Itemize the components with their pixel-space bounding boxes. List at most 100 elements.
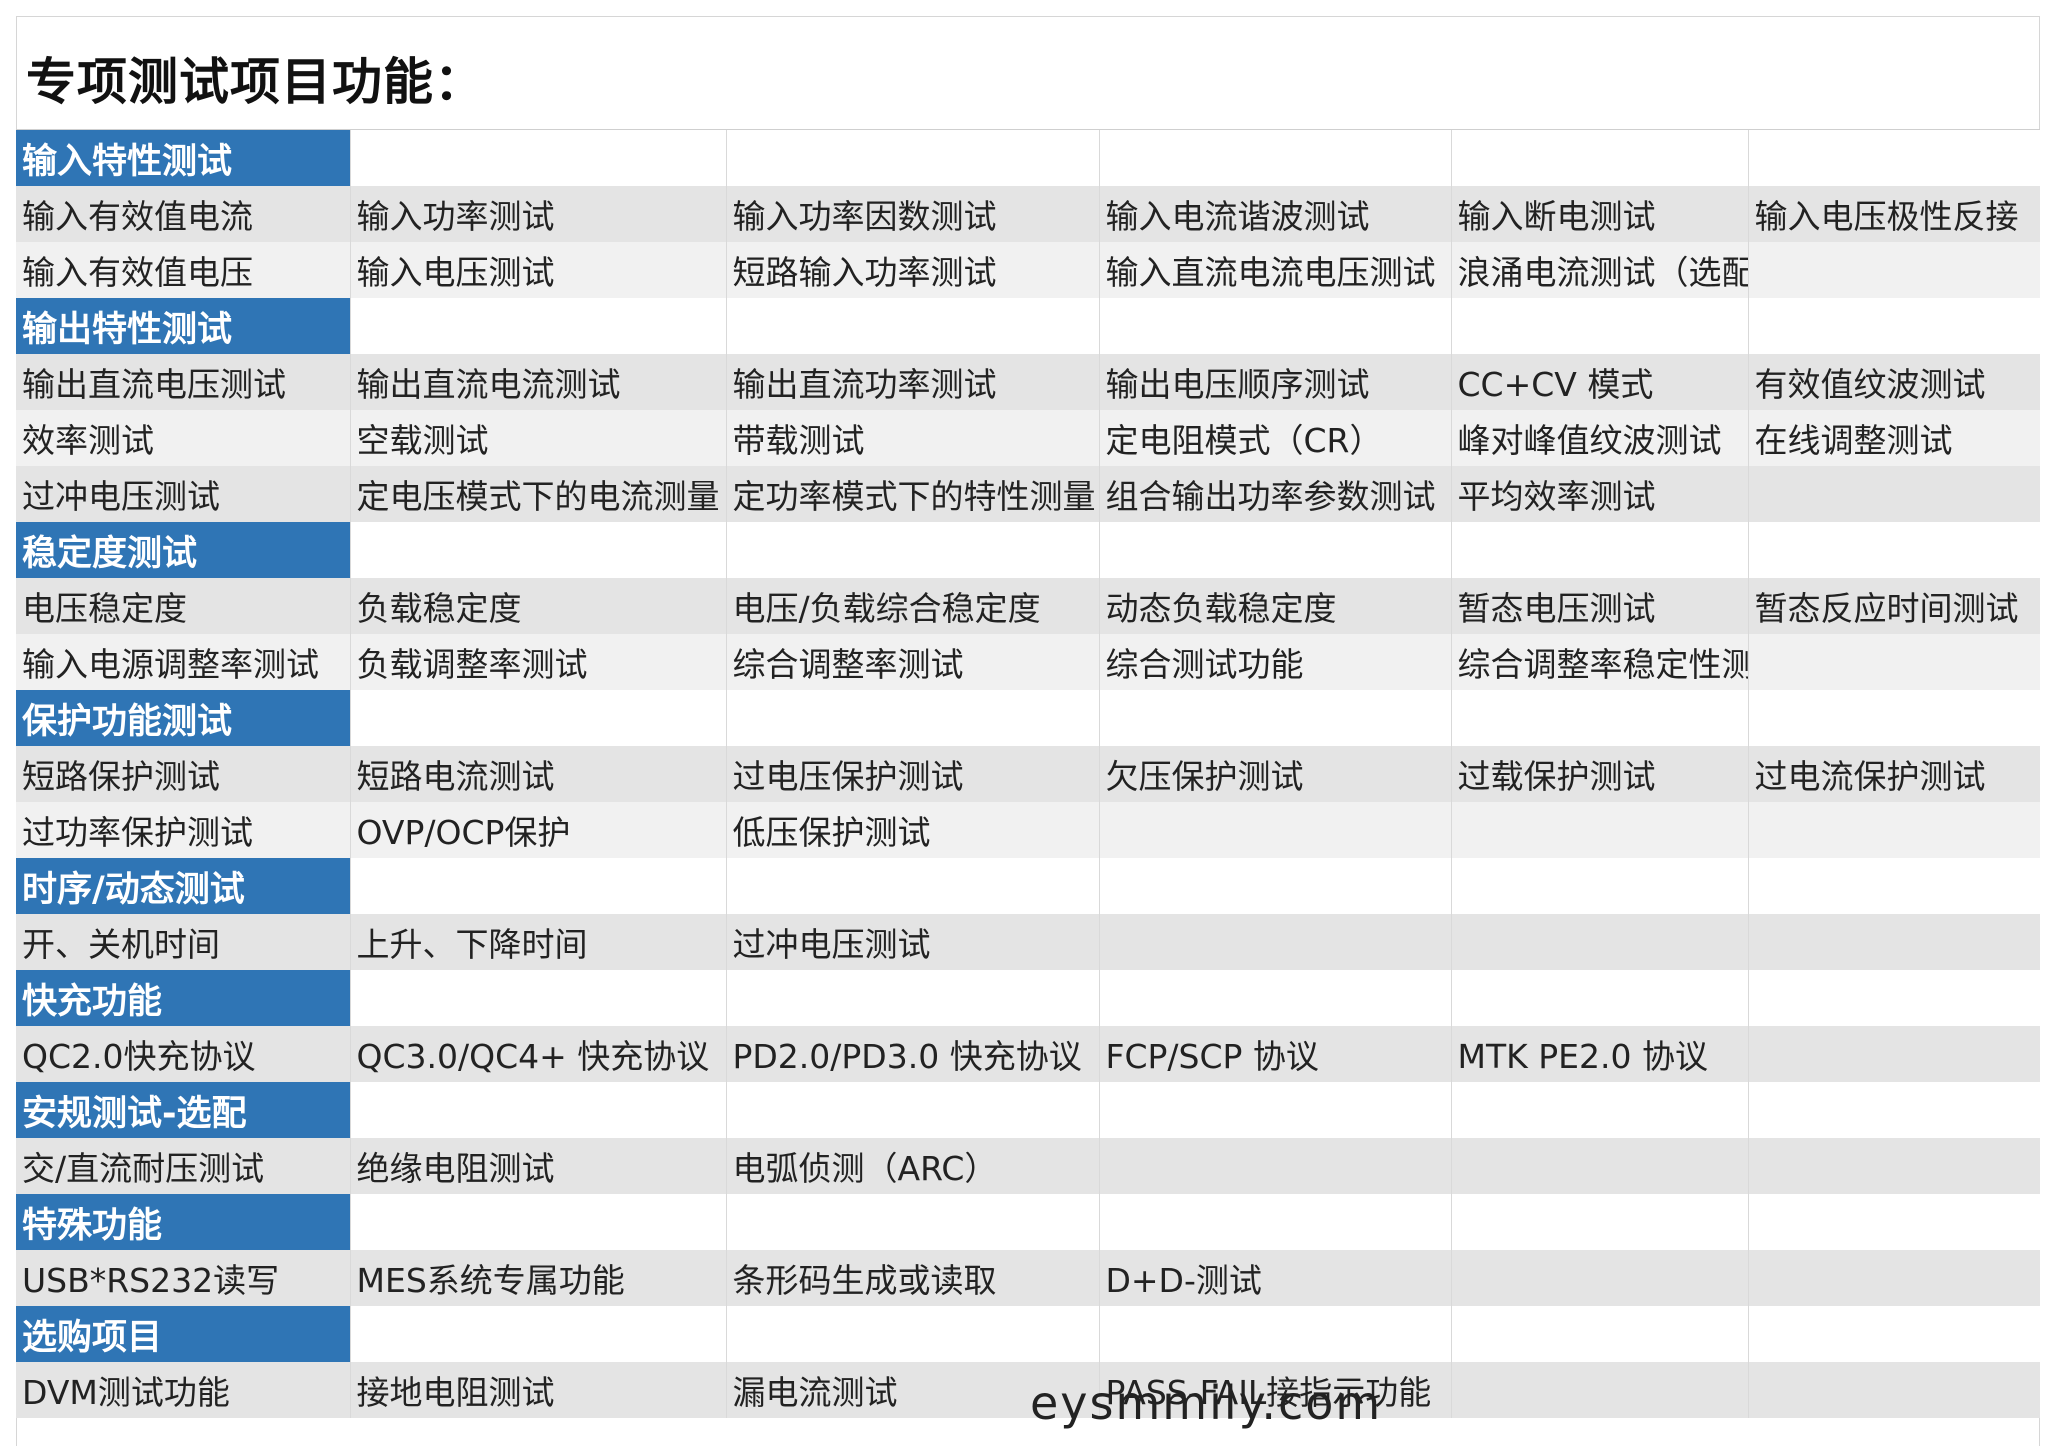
section-title: 特殊功能 [16,1194,350,1250]
empty-cell [1747,522,2040,578]
section-header-row: 安规测试-选配 [16,1082,2040,1138]
test-item-cell: 绝缘电阻测试 [349,1138,726,1194]
test-item-cell: 峰对峰值纹波测试 [1450,410,1748,466]
test-item-cell [1747,914,2040,970]
empty-cell [725,970,1099,1026]
section-header-row: 输出特性测试 [16,298,2040,354]
table-row: 短路保护测试 短路电流测试 过电压保护测试 欠压保护测试 过载保护测试 过电流保护测试 [16,746,2040,802]
table-row: 输出直流电压测试 输出直流电流测试 输出直流功率测试 输出电压顺序测试 CC+CV 模式… [16,354,2040,410]
test-item-cell: 欠压保护测试 [1098,746,1451,802]
test-item-cell: 电弧侦测（ARC） [725,1138,1099,1194]
test-item-cell: 输入电流谐波测试 [1098,186,1451,242]
empty-cell [1450,130,1748,186]
test-item-cell: CC+CV 模式 [1450,354,1748,410]
test-item-cell [1098,1138,1451,1194]
test-item-cell: 过冲电压测试 [725,914,1099,970]
empty-cell [1098,690,1451,746]
empty-cell [725,1306,1099,1362]
test-item-cell: DVM测试功能 [16,1362,350,1418]
test-item-cell: 带载测试 [725,410,1099,466]
table-row: 过冲电压测试 定电压模式下的电流测量 定功率模式下的特性测量 组合输出功率参数测试 平均… [16,466,2040,522]
section-header-row: 稳定度测试 [16,522,2040,578]
empty-cell [1747,858,2040,914]
section-title: 选购项目 [16,1306,350,1362]
empty-cell [1747,970,2040,1026]
table-row: 电压稳定度 负载稳定度 电压/负载综合稳定度 动态负载稳定度 暂态电压测试 暂态反应时间测… [16,578,2040,634]
test-item-cell: 定功率模式下的特性测量 [725,466,1099,522]
empty-cell [1098,1194,1451,1250]
test-item-cell: 输入功率测试 [349,186,726,242]
empty-cell [1098,1306,1451,1362]
test-item-cell: 电压稳定度 [16,578,350,634]
test-item-cell: 输入有效值电流 [16,186,350,242]
empty-cell [349,130,726,186]
test-item-cell: 低压保护测试 [725,802,1099,858]
empty-cell [1747,1082,2040,1138]
empty-cell [349,858,726,914]
test-item-cell [1747,1250,2040,1306]
test-item-cell: 输入电压测试 [349,242,726,298]
empty-cell [1747,1194,2040,1250]
table-row: 输入有效值电流 输入功率测试 输入功率因数测试 输入电流谐波测试 输入断电测试 输入电压极… [16,186,2040,242]
test-item-cell: D+D-测试 [1098,1250,1451,1306]
test-item-cell: 过电压保护测试 [725,746,1099,802]
empty-cell [349,522,726,578]
test-item-cell: 综合调整率测试 [725,634,1099,690]
test-item-cell: 过载保护测试 [1450,746,1748,802]
section-header-row: 特殊功能 [16,1194,2040,1250]
empty-cell [725,690,1099,746]
table-row: QC2.0快充协议 QC3.0/QC4+ 快充协议 PD2.0/PD3.0 快充协议… [16,1026,2040,1082]
test-item-cell: 电压/负载综合稳定度 [725,578,1099,634]
empty-cell [1450,1306,1748,1362]
empty-cell [725,298,1099,354]
empty-cell [1747,130,2040,186]
test-item-cell: 输入有效值电压 [16,242,350,298]
empty-cell [725,522,1099,578]
table-row: 开、关机时间 上升、下降时间 过冲电压测试 [16,914,2040,970]
table-row: 效率测试 空载测试 带载测试 定电阻模式（CR） 峰对峰值纹波测试 在线调整测试 [16,410,2040,466]
section-title: 快充功能 [16,970,350,1026]
test-item-cell: 开、关机时间 [16,914,350,970]
test-item-cell: 过冲电压测试 [16,466,350,522]
empty-cell [349,690,726,746]
test-item-cell: 短路保护测试 [16,746,350,802]
empty-cell [1450,298,1748,354]
test-item-cell: QC3.0/QC4+ 快充协议 [349,1026,726,1082]
test-item-cell: 过电流保护测试 [1747,746,2040,802]
test-item-cell [1747,634,2040,690]
test-item-cell: 输入电源调整率测试 [16,634,350,690]
empty-cell [349,1194,726,1250]
empty-cell [725,130,1099,186]
test-item-cell: 定电阻模式（CR） [1098,410,1451,466]
test-item-cell: 浪涌电流测试（选配） [1450,242,1748,298]
test-item-cell: 动态负载稳定度 [1098,578,1451,634]
page-title: 专项测试项目功能： [26,53,485,111]
test-item-cell [1747,802,2040,858]
empty-cell [725,858,1099,914]
test-item-cell: 输出直流电流测试 [349,354,726,410]
test-item-cell: 负载调整率测试 [349,634,726,690]
test-item-cell: 输出直流电压测试 [16,354,350,410]
empty-cell [349,1082,726,1138]
test-item-cell: 效率测试 [16,410,350,466]
empty-cell [1450,522,1748,578]
test-item-cell: OVP/OCP保护 [349,802,726,858]
test-item-cell [1450,1362,1748,1418]
test-item-cell: 综合调整率稳定性测试 [1450,634,1748,690]
test-item-cell [1098,802,1451,858]
empty-cell [1098,858,1451,914]
test-item-cell: 输出直流功率测试 [725,354,1099,410]
test-item-cell: 上升、下降时间 [349,914,726,970]
test-item-cell: 输入功率因数测试 [725,186,1099,242]
section-title: 输出特性测试 [16,298,350,354]
empty-cell [1450,690,1748,746]
section-header-row: 时序/动态测试 [16,858,2040,914]
empty-cell [1450,970,1748,1026]
test-item-cell [1747,242,2040,298]
empty-cell [1098,1082,1451,1138]
table-row: 交/直流耐压测试 绝缘电阻测试 电弧侦测（ARC） [16,1138,2040,1194]
test-item-cell [1450,1250,1748,1306]
empty-cell [725,1082,1099,1138]
empty-cell [1098,522,1451,578]
test-item-cell [1450,802,1748,858]
